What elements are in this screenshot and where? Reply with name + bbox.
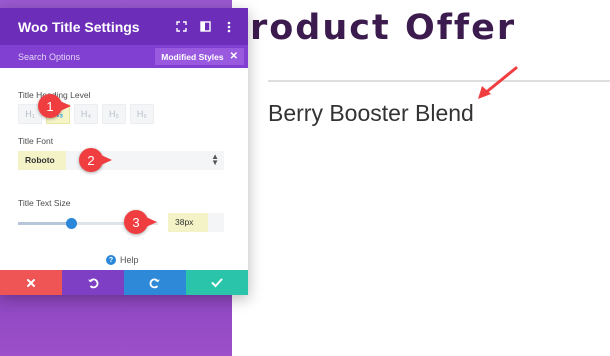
annotation-badge-2: 2 <box>79 148 112 172</box>
more-options-icon[interactable] <box>218 16 240 38</box>
annotation-badge-1: 1 <box>38 94 71 118</box>
heading-option[interactable]: H₅ <box>102 104 126 124</box>
title-font-select[interactable]: Roboto ▲ ▼ <box>18 151 224 170</box>
title-font-label: Title Font <box>18 136 54 146</box>
help-label: Help <box>120 255 139 265</box>
panel-subbar: Search Options Modified Styles ✕ <box>0 45 248 68</box>
panel-header: Woo Title Settings <box>0 8 248 45</box>
columns-icon[interactable] <box>194 16 216 38</box>
settings-panel: Woo Title Settings Search Options Modifi… <box>0 8 248 295</box>
title-font-value: Roboto <box>25 155 55 165</box>
title-text-size-input[interactable]: 38px <box>168 213 224 232</box>
page-title: roduct Offer <box>250 8 517 48</box>
redo-button[interactable] <box>124 270 186 295</box>
redo-icon <box>149 278 160 288</box>
page-divider <box>268 80 610 82</box>
title-text-size-label: Title Text Size <box>18 198 71 208</box>
modified-styles-label: Modified Styles <box>161 51 224 62</box>
discard-button[interactable] <box>0 270 62 295</box>
undo-icon <box>88 278 99 288</box>
expand-icon[interactable] <box>170 16 192 38</box>
heading-option[interactable]: H₄ <box>74 104 98 124</box>
panel-title: Woo Title Settings <box>18 18 140 35</box>
heading-option[interactable]: H₆ <box>130 104 154 124</box>
close-icon <box>27 278 35 287</box>
check-icon <box>211 278 223 287</box>
undo-button[interactable] <box>62 270 124 295</box>
product-title: Berry Booster Blend <box>268 100 474 126</box>
annotation-arrow-icon <box>478 66 518 99</box>
close-icon[interactable]: ✕ <box>230 51 238 62</box>
slider-fill <box>18 222 72 225</box>
help-link[interactable]: ? Help <box>106 255 139 265</box>
annotation-badge-3: 3 <box>124 210 157 234</box>
slider-thumb[interactable] <box>66 218 78 229</box>
select-caret-icon: ▲ ▼ <box>211 152 219 167</box>
panel-footer <box>0 270 248 295</box>
search-options[interactable]: Search Options <box>0 52 155 62</box>
help-icon: ? <box>106 255 116 265</box>
modified-styles-filter[interactable]: Modified Styles ✕ <box>155 48 244 65</box>
panel-body: Title Heading Level H₁ H₃ H₄ H₅ H₆ Title… <box>0 68 248 270</box>
save-button[interactable] <box>186 270 248 295</box>
title-text-size-value: 38px <box>175 217 194 227</box>
